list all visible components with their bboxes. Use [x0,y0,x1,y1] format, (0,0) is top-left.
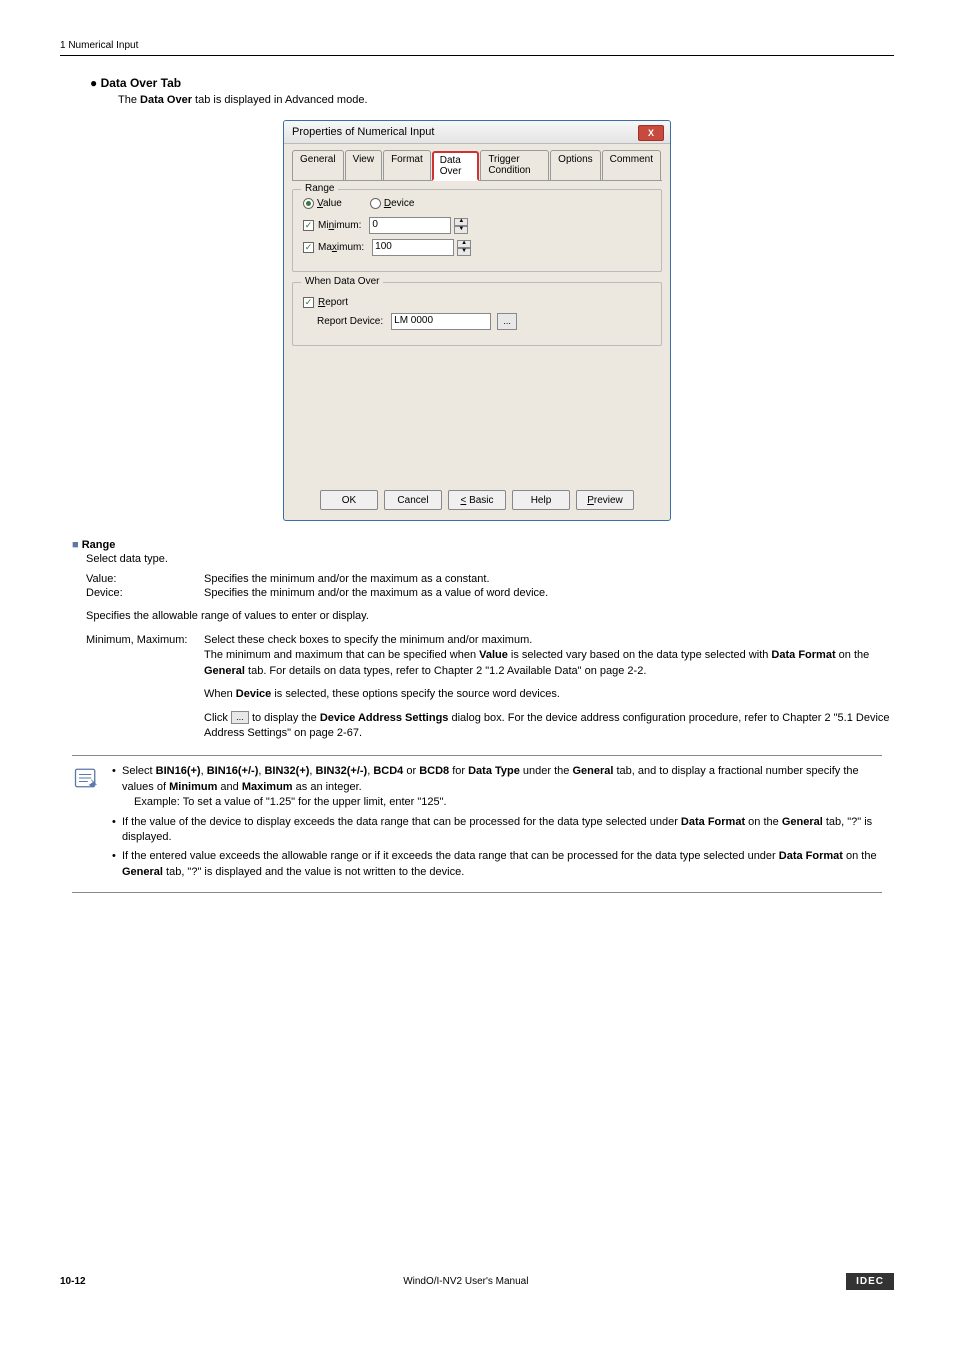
minmax-desc2: The minimum and maximum that can be spec… [60,648,894,679]
tab-format[interactable]: Format [383,150,431,180]
properties-dialog: Properties of Numerical Input X General … [283,120,671,521]
manual-title: WindO/I-NV2 User's Manual [403,1276,528,1287]
note-item-1: Select BIN16(+), BIN16(+/-), BIN32(+), B… [110,764,882,810]
device-def-label: Device: [86,587,204,599]
wdo-legend: When Data Over [301,276,383,287]
minmax-desc3: When Device is selected, these options s… [60,687,894,702]
note-icon [72,764,100,792]
dialog-title-text: Properties of Numerical Input [292,126,434,138]
section-intro: The Data Over tab is displayed in Advanc… [60,94,894,106]
min-spin-down[interactable]: ▼ [454,226,468,234]
device-radio-label: Device [384,198,415,209]
report-label: Report [318,297,348,308]
minmax-desc4: Click ... to display the Device Address … [60,711,894,742]
range-group: Range Value Device Minimum: 0 ▲▼ [292,189,662,272]
range-subtext: Select data type. [60,553,894,565]
value-radio-label: Value [317,198,342,209]
page-number: 10-12 [60,1276,86,1287]
minimum-checkbox[interactable] [303,220,314,231]
report-device-browse-button[interactable]: ... [497,313,517,330]
max-spin-down[interactable]: ▼ [457,248,471,256]
min-spin-up[interactable]: ▲ [454,218,468,226]
preview-button[interactable]: Preview [576,490,634,510]
maximum-label: Maximum: [318,242,364,253]
section-title: Data Over Tab [60,76,894,90]
basic-button[interactable]: < Basic [448,490,506,510]
tab-trigger[interactable]: Trigger Condition [480,150,549,180]
device-radio[interactable] [370,198,381,209]
page-footer: 10-12 WindO/I-NV2 User's Manual IDEC [60,1273,894,1290]
cancel-button[interactable]: Cancel [384,490,442,510]
help-button[interactable]: Help [512,490,570,510]
minimum-label: Minimum: [318,220,361,231]
value-def-desc: Specifies the minimum and/or the maximum… [204,573,894,585]
report-device-label: Report Device: [317,316,383,327]
allowable-range-text: Specifies the allowable range of values … [60,609,894,624]
tab-comment[interactable]: Comment [602,150,661,180]
maximum-input[interactable]: 100 [372,239,454,256]
report-device-input[interactable]: LM 0000 [391,313,491,330]
note-item-2: If the value of the device to display ex… [110,815,882,846]
tab-general[interactable]: General [292,150,344,180]
value-def-label: Value: [86,573,204,585]
when-data-over-group: When Data Over Report Report Device: LM … [292,282,662,346]
tab-view[interactable]: View [345,150,383,180]
minimum-input[interactable]: 0 [369,217,451,234]
max-spin-up[interactable]: ▲ [457,240,471,248]
value-radio[interactable] [303,198,314,209]
note-box: Select BIN16(+), BIN16(+/-), BIN32(+), B… [72,755,882,893]
minmax-desc1: Select these check boxes to specify the … [204,634,894,646]
tab-strip: General View Format Data Over Trigger Co… [292,150,662,181]
note-item-1-example: Example: To set a value of "1.25" for th… [122,795,882,810]
tab-options[interactable]: Options [550,150,600,180]
range-legend: Range [301,183,338,194]
note-item-3: If the entered value exceeds the allowab… [110,849,882,880]
page-header: 1 Numerical Input [60,40,894,56]
device-def-desc: Specifies the minimum and/or the maximum… [204,587,894,599]
maximum-checkbox[interactable] [303,242,314,253]
brand-badge: IDEC [846,1273,894,1290]
minmax-label: Minimum, Maximum: [86,634,204,646]
range-heading: Range [72,539,894,551]
tab-data-over[interactable]: Data Over [432,151,480,181]
close-button[interactable]: X [638,125,664,141]
report-checkbox[interactable] [303,297,314,308]
ok-button[interactable]: OK [320,490,378,510]
dialog-title-bar: Properties of Numerical Input X [284,121,670,144]
ellipsis-icon: ... [231,711,249,724]
